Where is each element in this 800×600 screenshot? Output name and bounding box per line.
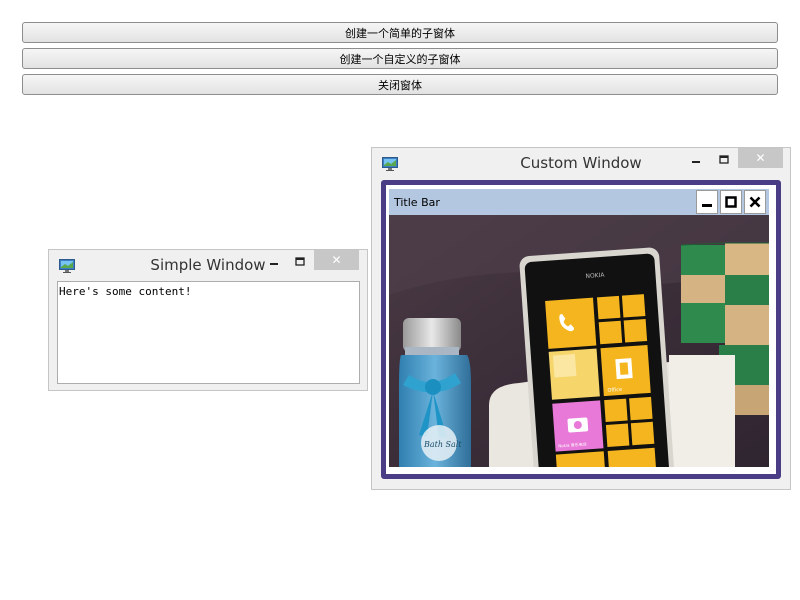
inner-close-button[interactable] [744,190,766,214]
inner-title-label: Title Bar [394,195,440,209]
close-window-button[interactable]: 关闭窗体 [22,74,778,95]
maximize-icon [725,196,737,208]
jar-label: Bath Salt [423,440,462,449]
custom-window[interactable]: Custom Window ✕ Title Bar Bath Salt NOKI… [371,147,791,490]
close-button[interactable]: ✕ [738,148,783,168]
maximize-icon [295,257,305,266]
minimize-icon [702,204,712,207]
photo-image: Bath Salt NOKIA Office Nokia 音乐电台 [389,215,769,467]
minimize-button[interactable] [685,151,707,169]
inner-titlebar[interactable]: Title Bar [389,189,769,215]
tile-label-0: Office [607,387,622,394]
simple-window-titlebar[interactable]: Simple Window ✕ [49,250,367,280]
close-button[interactable]: ✕ [314,250,359,270]
inner-minimize-button[interactable] [696,190,718,214]
minimize-icon [692,161,700,163]
simple-window[interactable]: Simple Window ✕ Here's some content! [48,249,368,391]
maximize-button[interactable] [713,151,735,169]
create-custom-window-button[interactable]: 创建一个自定义的子窗体 [22,48,778,69]
phone-brand: NOKIA [585,272,605,280]
close-icon [749,196,761,208]
maximize-button[interactable] [289,253,311,271]
create-simple-window-button[interactable]: 创建一个简单的子窗体 [22,22,778,43]
minimize-button[interactable] [263,253,285,271]
custom-frame: Title Bar Bath Salt NOKIA Office Nokia 音… [381,180,781,479]
maximize-icon [719,155,729,164]
custom-window-titlebar[interactable]: Custom Window ✕ [372,148,790,178]
content-text: Here's some content! [59,285,192,298]
simple-window-content: Here's some content! [57,281,360,384]
minimize-icon [270,263,278,265]
close-icon: ✕ [331,253,342,267]
close-icon: ✕ [755,151,766,165]
inner-maximize-button[interactable] [720,190,742,214]
